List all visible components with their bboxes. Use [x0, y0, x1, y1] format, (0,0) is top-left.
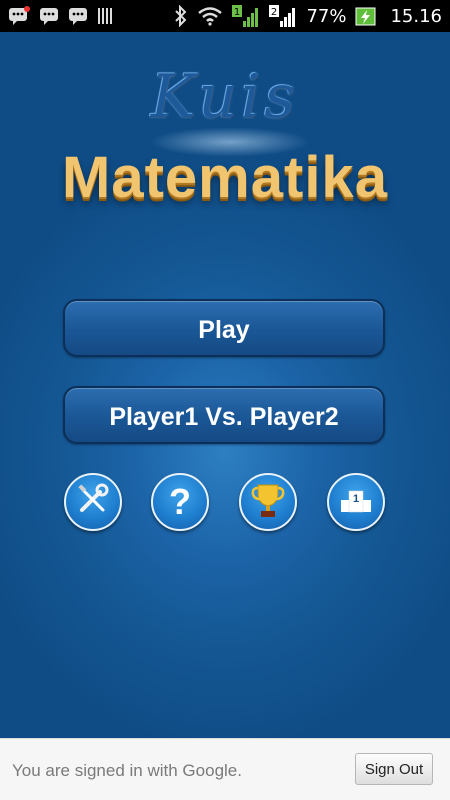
sim2-signal-icon: 2 — [269, 5, 297, 27]
logo-title-matematika: Matematika — [62, 145, 388, 210]
icon-button-row: ? 1 — [0, 473, 450, 533]
bbm-icon — [68, 6, 88, 26]
clock: 15.16 — [390, 5, 442, 27]
help-icon: ? — [169, 481, 191, 522]
sim1-signal-icon: 1 — [232, 5, 260, 27]
svg-text:1: 1 — [234, 7, 240, 18]
leaderboard-button[interactable]: 1 — [327, 473, 385, 531]
trophy-button[interactable] — [239, 473, 297, 531]
leaderboard-icon: 1 — [336, 480, 376, 525]
logo-title-kuis: Kuis — [150, 62, 300, 132]
wifi-icon — [197, 6, 223, 26]
google-signin-bar: You are signed in with Google. Sign Out — [0, 738, 450, 800]
bbm-icon — [39, 6, 59, 26]
bluetooth-icon — [174, 5, 188, 27]
settings-button[interactable] — [64, 473, 122, 531]
status-left — [8, 6, 115, 26]
settings-icon — [73, 480, 113, 525]
battery-charging-icon — [355, 5, 377, 27]
trophy-icon — [249, 480, 287, 525]
player-vs-player-button[interactable]: Player1 Vs. Player2 — [63, 386, 385, 444]
status-bar: 1 2 77% 15.16 — [0, 0, 450, 32]
play-button[interactable]: Play — [63, 299, 385, 357]
svg-text:1: 1 — [353, 493, 359, 505]
bbm-notification-icon — [8, 6, 30, 26]
barcode-icon — [97, 6, 115, 26]
main-menu-screen: Kuis Matematika Play Player1 Vs. Player2… — [0, 32, 450, 738]
help-button[interactable]: ? — [151, 473, 209, 531]
sign-out-button[interactable]: Sign Out — [355, 753, 433, 785]
status-right: 1 2 77% 15.16 — [174, 5, 442, 27]
signed-in-text: You are signed in with Google. — [12, 761, 242, 780]
svg-text:2: 2 — [271, 7, 277, 18]
battery-percent: 77% — [306, 5, 347, 27]
